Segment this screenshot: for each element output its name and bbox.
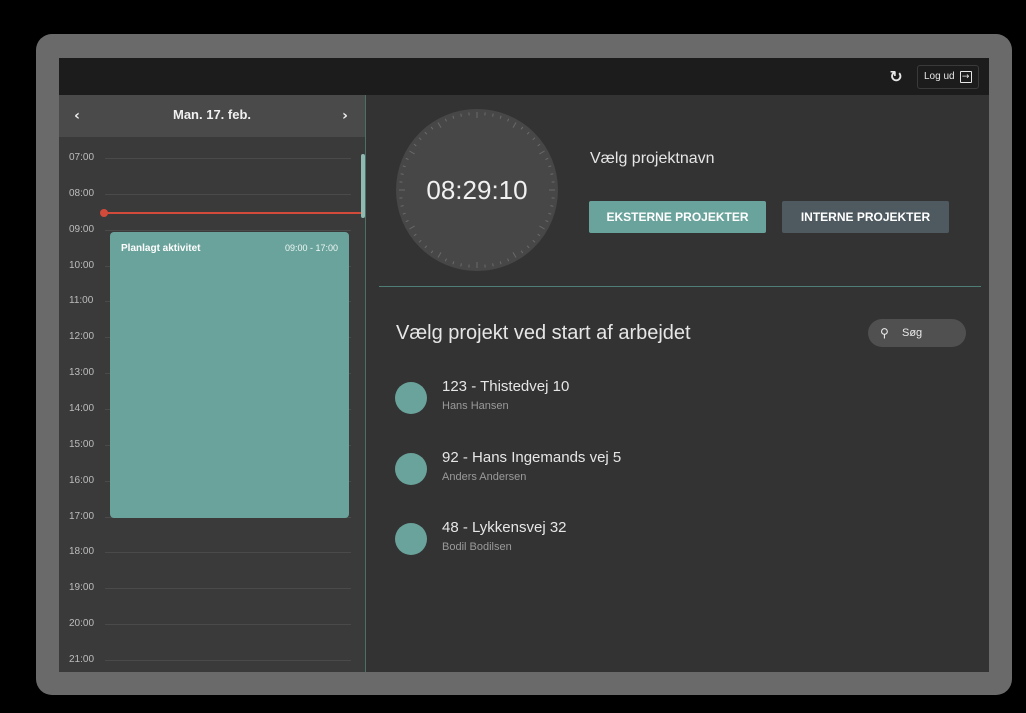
hour-label: 12:00 <box>69 331 95 342</box>
project-list-item[interactable]: 48 - Lykkensvej 32 Bodil Bodilsen <box>395 519 895 563</box>
project-title: 92 - Hans Ingemands vej 5 <box>442 449 622 466</box>
hour-label: 10:00 <box>69 260 95 271</box>
project-owner: Hans Hansen <box>442 400 509 412</box>
hour-label: 11:00 <box>69 295 94 306</box>
hour-label: 17:00 <box>69 511 95 522</box>
calendar-scrollbar[interactable] <box>361 154 365 218</box>
project-title: 48 - Lykkensvej 32 <box>442 519 567 536</box>
hour-row: 21:00 <box>69 653 351 667</box>
project-name-title: Vælg projektnavn <box>590 150 715 167</box>
event-title: Planlagt aktivitet <box>121 243 201 254</box>
project-owner: Bodil Bodilsen <box>442 541 512 553</box>
event-time: 09:00 - 17:00 <box>284 243 338 253</box>
project-avatar <box>395 382 427 414</box>
hour-label: 07:00 <box>69 152 95 163</box>
hour-line <box>105 230 351 231</box>
hour-label: 16:00 <box>69 475 95 486</box>
hour-label: 19:00 <box>69 582 95 593</box>
hour-line <box>105 552 351 553</box>
hour-label: 09:00 <box>69 224 95 235</box>
search-icon: ⚲ <box>880 326 889 340</box>
day-calendar: ‹ Man. 17. feb. › 07:00 08:00 09:00 10:0… <box>59 95 366 672</box>
logout-icon: → <box>959 71 972 83</box>
hour-row: 20:00 <box>69 617 351 631</box>
logout-label: Log ud <box>924 71 955 82</box>
logout-button[interactable]: Log ud → <box>917 65 979 89</box>
hour-line <box>105 194 351 195</box>
hour-line <box>105 624 351 625</box>
hour-label: 08:00 <box>69 188 95 199</box>
hour-label: 21:00 <box>69 654 95 665</box>
internal-projects-button[interactable]: INTERNE PROJEKTER <box>782 201 949 233</box>
next-day-button[interactable]: › <box>335 105 355 127</box>
project-owner: Anders Andersen <box>442 471 527 483</box>
hour-label: 20:00 <box>69 618 95 629</box>
hour-label: 15:00 <box>69 439 95 450</box>
calendar-event[interactable]: Planlagt aktivitet 09:00 - 17:00 <box>110 232 349 518</box>
hour-row: 19:00 <box>69 581 351 595</box>
project-list-item[interactable]: 123 - Thistedvej 10 Hans Hansen <box>395 378 895 422</box>
project-list-item[interactable]: 92 - Hans Ingemands vej 5 Anders Anderse… <box>395 449 895 493</box>
search-button[interactable]: ⚲ Søg <box>868 319 966 347</box>
top-bar: ↻ Log ud → <box>59 58 989 95</box>
project-list-heading: Vælg projekt ved start af arbejdet <box>396 322 691 344</box>
hour-label: 13:00 <box>69 367 95 378</box>
section-divider <box>379 286 981 287</box>
project-avatar <box>395 523 427 555</box>
hour-row: 07:00 <box>69 151 351 165</box>
timer-display: 08:29:10 <box>426 175 528 205</box>
hour-label: 14:00 <box>69 403 95 414</box>
current-date: Man. 17. feb. <box>172 107 252 122</box>
timer-dial: 08:29:10 <box>396 109 558 271</box>
hour-label: 18:00 <box>69 546 95 557</box>
hour-row: 18:00 <box>69 545 351 559</box>
current-time-line <box>103 212 365 214</box>
external-projects-button[interactable]: EKSTERNE PROJEKTER <box>589 201 766 233</box>
search-label: Søg <box>902 327 923 339</box>
project-title: 123 - Thistedvej 10 <box>442 378 570 395</box>
hour-line <box>105 588 351 589</box>
app-screen: ↻ Log ud → ‹ Man. 17. feb. › 07:00 08:00… <box>59 58 989 672</box>
project-avatar <box>395 453 427 485</box>
hour-line <box>105 158 351 159</box>
hour-row: 08:00 <box>69 187 351 201</box>
date-navigation: ‹ Man. 17. feb. › <box>59 95 365 137</box>
hour-line <box>105 660 351 661</box>
refresh-icon[interactable]: ↻ <box>885 66 907 88</box>
